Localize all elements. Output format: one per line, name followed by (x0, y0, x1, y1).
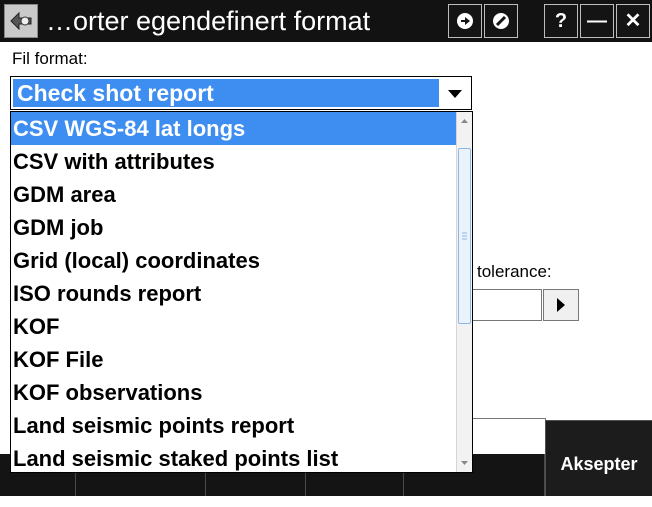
minimize-button[interactable]: — (580, 4, 614, 38)
scroll-up-icon[interactable] (458, 114, 471, 128)
dropdown-option[interactable]: CSV WGS-84 lat longs (11, 112, 457, 145)
triangle-right-icon (557, 298, 565, 312)
title-bar: …orter egendefinert format ? — ✕ (0, 0, 652, 42)
no-entry-icon (493, 13, 509, 29)
dropdown-option[interactable]: KOF File (11, 343, 457, 376)
tolerance-input[interactable] (470, 289, 542, 321)
window-title: …orter egendefinert format (46, 6, 371, 36)
background-tab (470, 418, 546, 456)
dropdown-scrollbar[interactable] (456, 112, 472, 472)
dropdown-option[interactable]: ISO rounds report (11, 277, 457, 310)
forward-arrow-icon (457, 13, 473, 29)
dropdown-option[interactable]: GDM job (11, 211, 457, 244)
dropdown-option[interactable]: GDM area (11, 178, 457, 211)
forward-button[interactable] (448, 4, 482, 38)
dropdown-option[interactable]: KOF (11, 310, 457, 343)
tolerance-label: tolerance: (477, 262, 552, 281)
grip-icon (462, 232, 467, 240)
file-format-label: Fil format: (12, 49, 88, 68)
file-format-selected-value[interactable]: Check shot report (13, 79, 439, 107)
dropdown-option[interactable]: Land seismic points report (11, 409, 457, 442)
scrollbar-thumb[interactable] (458, 148, 471, 324)
dropdown-option[interactable]: Land seismic staked points list (11, 442, 457, 472)
app-logo-icon[interactable] (4, 4, 38, 38)
accept-button[interactable]: Aksepter (545, 420, 652, 496)
disable-button[interactable] (484, 4, 518, 38)
dropdown-options: CSV WGS-84 lat longs CSV with attributes… (11, 112, 457, 472)
dropdown-option[interactable]: KOF observations (11, 376, 457, 409)
tolerance-expand-button[interactable] (543, 289, 579, 321)
dropdown-toggle-button[interactable] (441, 79, 469, 107)
dropdown-option[interactable]: CSV with attributes (11, 145, 457, 178)
dropdown-option[interactable]: Grid (local) coordinates (11, 244, 457, 277)
file-format-combobox[interactable]: Check shot report (10, 76, 472, 110)
scroll-down-icon[interactable] (458, 456, 471, 470)
chevron-down-icon (448, 90, 462, 98)
file-format-dropdown-list: CSV WGS-84 lat longs CSV with attributes… (10, 111, 473, 473)
close-button[interactable]: ✕ (616, 4, 650, 38)
help-button[interactable]: ? (544, 4, 578, 38)
